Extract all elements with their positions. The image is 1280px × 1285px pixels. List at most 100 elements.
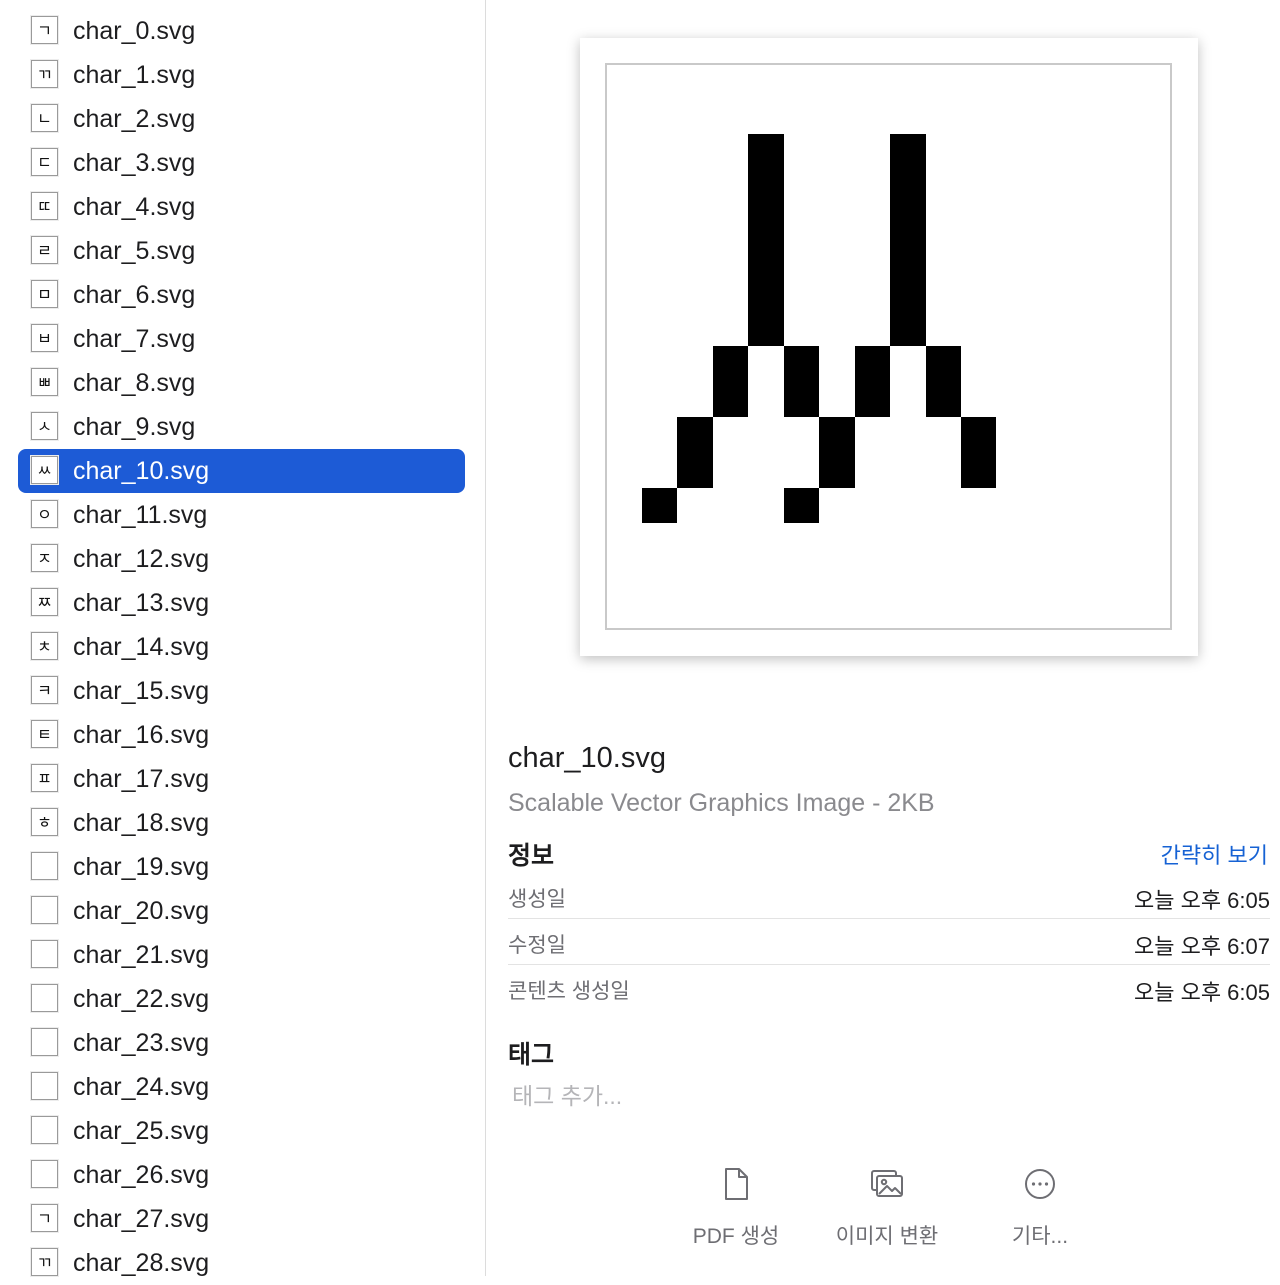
file-list-item[interactable]: ㅍ char_17.svg [18, 757, 465, 801]
file-list-item[interactable]: ㅁ char_6.svg [18, 273, 465, 317]
action-label: 이미지 변환 [835, 1225, 939, 1248]
file-name: char_10.svg [73, 457, 210, 485]
file-list-item[interactable]: ㄱ char_0.svg [18, 9, 465, 53]
thumbnail-glyph: ㄱ [37, 1209, 52, 1227]
file-thumbnail: ㅁ [31, 280, 58, 308]
file-list-item[interactable]: ㄹ char_5.svg [18, 229, 465, 273]
file-kind-size: Scalable Vector Graphics Image - 2KB [508, 789, 935, 817]
file-list-item[interactable]: ㅈ char_12.svg [18, 537, 465, 581]
file-name: char_17.svg [73, 765, 210, 793]
file-name: char_7.svg [73, 325, 196, 353]
file-list-item[interactable]: ㄲ char_28.svg [18, 1241, 465, 1285]
file-name: char_3.svg [73, 149, 196, 177]
file-list-item[interactable]: ㄷ char_3.svg [18, 141, 465, 185]
action-label: 기타... [1011, 1225, 1069, 1248]
preview-frame [605, 63, 1172, 630]
file-name: char_20.svg [73, 897, 210, 925]
thumbnail-glyph: ㅃ [37, 373, 52, 391]
info-heading: 정보 [508, 842, 555, 870]
document-icon [718, 1166, 754, 1202]
thumbnail-glyph: ㅎ [37, 813, 52, 831]
thumbnail-glyph: ㅅ [37, 417, 52, 435]
thumbnail-glyph: ㅊ [37, 637, 52, 655]
file-thumbnail: ㄲ [31, 1248, 58, 1276]
file-list-item[interactable]: char_20.svg [18, 889, 465, 933]
thumbnail-glyph: ㄲ [37, 65, 52, 83]
file-thumbnail: ㄸ [31, 192, 58, 220]
file-list-item[interactable]: ㅃ char_8.svg [18, 361, 465, 405]
thumbnail-glyph: ㅉ [37, 593, 52, 611]
file-thumbnail: ㅎ [31, 808, 58, 836]
file-list-item[interactable]: ㄸ char_4.svg [18, 185, 465, 229]
info-value: 오늘 오후 6:07 [1133, 934, 1270, 959]
convert-image-button[interactable]: 이미지 변환 [812, 1160, 962, 1260]
thumbnail-glyph: ㄴ [37, 109, 52, 127]
file-name: char_25.svg [73, 1117, 210, 1145]
file-thumbnail [31, 1116, 58, 1144]
file-list-item[interactable]: char_22.svg [18, 977, 465, 1021]
thumbnail-glyph: ㅌ [37, 725, 52, 743]
show-less-link[interactable]: 간략히 보기 [1161, 838, 1268, 870]
file-list-item[interactable]: ㅎ char_18.svg [18, 801, 465, 845]
info-value: 오늘 오후 6:05 [1133, 888, 1270, 913]
file-list-item[interactable]: ㅉ char_13.svg [18, 581, 465, 625]
info-value: 오늘 오후 6:05 [1133, 980, 1270, 1005]
file-list[interactable]: ㄱ char_0.svg ㄲ char_1.svg ㄴ char_2.svg ㄷ char_3… [0, 0, 486, 1277]
file-name: char_26.svg [73, 1161, 210, 1189]
file-list-item[interactable]: ㅋ char_15.svg [18, 669, 465, 713]
file-list-item[interactable]: char_24.svg [18, 1065, 465, 1109]
file-thumbnail: ㅈ [31, 544, 58, 572]
file-thumbnail: ㅇ [31, 500, 58, 528]
info-row-content-created: 콘텐츠 생성일 오늘 오후 6:05 [508, 965, 1270, 1011]
file-thumbnail: ㄹ [31, 236, 58, 264]
add-tag-input[interactable] [508, 1078, 916, 1114]
thumbnail-glyph: ㅆ [37, 461, 52, 479]
file-list-item[interactable]: char_19.svg [18, 845, 465, 889]
file-list-item[interactable]: ㅇ char_11.svg [18, 493, 465, 537]
file-thumbnail: ㅆ [31, 456, 58, 484]
file-list-item[interactable]: char_23.svg [18, 1021, 465, 1065]
thumbnail-glyph: ㄷ [37, 153, 52, 171]
file-thumbnail: ㅊ [31, 632, 58, 660]
file-name: char_13.svg [73, 589, 210, 617]
file-list-item[interactable]: ㅊ char_14.svg [18, 625, 465, 669]
file-list-item[interactable]: ㅅ char_9.svg [18, 405, 465, 449]
file-thumbnail [31, 896, 58, 924]
file-thumbnail [31, 940, 58, 968]
file-list-item[interactable]: char_21.svg [18, 933, 465, 977]
file-thumbnail: ㄴ [31, 104, 58, 132]
info-row-created: 생성일 오늘 오후 6:05 [508, 873, 1270, 919]
file-name: char_21.svg [73, 941, 210, 969]
file-name: char_11.svg [73, 501, 208, 529]
more-actions-button[interactable]: 기타... [965, 1160, 1115, 1260]
file-thumbnail: ㅅ [31, 412, 58, 440]
thumbnail-glyph: ㄸ [37, 197, 52, 215]
file-list-item[interactable]: char_25.svg [18, 1109, 465, 1153]
file-thumbnail: ㅂ [31, 324, 58, 352]
file-name: char_24.svg [73, 1073, 210, 1101]
file-name: char_23.svg [73, 1029, 210, 1057]
create-pdf-button[interactable]: PDF 생성 [661, 1160, 811, 1260]
thumbnail-glyph: ㄱ [37, 21, 52, 39]
file-thumbnail [31, 984, 58, 1012]
preview-card [580, 38, 1198, 656]
thumbnail-glyph: ㄹ [37, 241, 52, 259]
file-name: char_1.svg [73, 61, 196, 89]
file-name: char_28.svg [73, 1249, 210, 1277]
file-list-item[interactable]: char_26.svg [18, 1153, 465, 1197]
file-list-item[interactable]: ㅆ char_10.svg [18, 449, 465, 493]
thumbnail-glyph: ㅇ [37, 505, 52, 523]
file-list-item[interactable]: ㄴ char_2.svg [18, 97, 465, 141]
file-list-item[interactable]: ㄲ char_1.svg [18, 53, 465, 97]
file-name: char_9.svg [73, 413, 196, 441]
file-list-item[interactable]: ㄱ char_27.svg [18, 1197, 465, 1241]
file-name: char_6.svg [73, 281, 196, 309]
file-thumbnail: ㅌ [31, 720, 58, 748]
info-row-modified: 수정일 오늘 오후 6:07 [508, 919, 1270, 965]
info-label: 콘텐츠 생성일 [508, 980, 630, 1003]
file-list-item[interactable]: ㅂ char_7.svg [18, 317, 465, 361]
file-name: char_22.svg [73, 985, 210, 1013]
file-thumbnail [31, 852, 58, 880]
file-list-item[interactable]: ㅌ char_16.svg [18, 713, 465, 757]
file-name: char_4.svg [73, 193, 196, 221]
